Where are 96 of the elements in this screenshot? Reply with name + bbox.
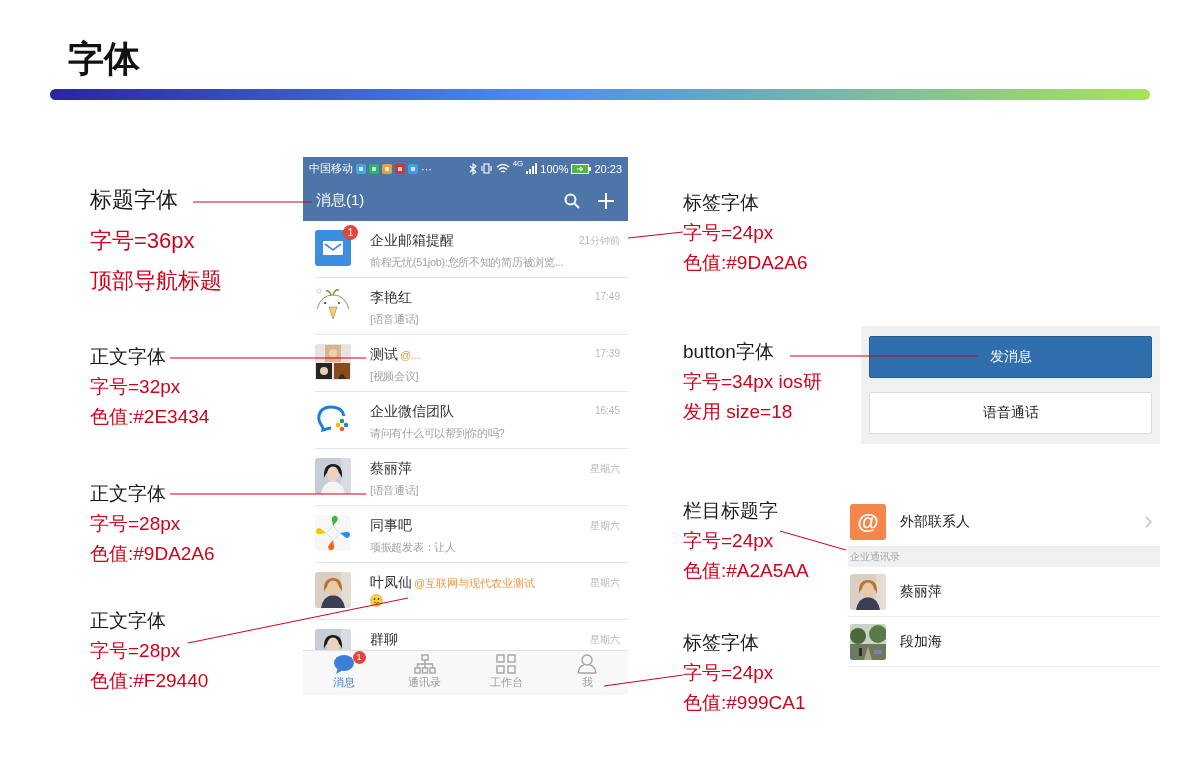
message-time: 17:49 bbox=[594, 290, 620, 302]
message-time: 星期六 bbox=[590, 519, 620, 533]
annotation-value: 字号=36px bbox=[90, 227, 196, 255]
signal-icon bbox=[526, 163, 538, 174]
send-message-button[interactable]: 发消息 bbox=[869, 336, 1152, 378]
annotation-heading: button字体 bbox=[683, 340, 775, 364]
message-preview: 请问有什么可以帮到你的吗? bbox=[370, 426, 505, 441]
annotation-value: 色值:#2E3434 bbox=[90, 405, 210, 429]
nav-title: 消息(1) bbox=[316, 191, 366, 210]
contact-name: 企业邮箱提醒 bbox=[370, 232, 454, 250]
conversation-item[interactable]: 1 企业邮箱提醒 前程无忧(51job):您所不知的简历被浏览... 21分钟前 bbox=[303, 221, 628, 278]
contact-name: 蔡丽萍 bbox=[900, 582, 943, 601]
chevron-icon bbox=[1145, 515, 1152, 528]
annotation-heading: 正文字体 bbox=[90, 609, 167, 633]
message-time: 星期六 bbox=[590, 576, 620, 590]
bluetooth-icon bbox=[468, 162, 477, 175]
network-type: 4G bbox=[512, 159, 524, 168]
envelope-icon bbox=[315, 230, 351, 266]
conversation-item[interactable]: 企业微信团队 请问有什么可以帮到你的吗? 16:45 bbox=[303, 392, 628, 449]
notification-icon bbox=[408, 163, 418, 174]
wifi-icon bbox=[495, 163, 510, 174]
annotation-value: 字号=24px bbox=[683, 661, 775, 685]
message-preview: 项振超发表：让人 bbox=[370, 540, 456, 555]
message-preview: [语音通话] bbox=[370, 312, 419, 327]
voice-call-button[interactable]: 语音通话 bbox=[869, 392, 1152, 434]
message-preview: [语音通话] bbox=[370, 483, 419, 498]
message-time: 星期六 bbox=[590, 633, 620, 647]
annotation-heading: 正文字体 bbox=[90, 482, 167, 506]
annotation-value: 顶部导航标题 bbox=[90, 267, 222, 295]
conversation-item[interactable]: 李艳红 [语音通话] 17:49 bbox=[303, 278, 628, 335]
annotation-value: 字号=24px bbox=[683, 221, 775, 245]
message-time: 星期六 bbox=[590, 462, 620, 476]
message-time: 16:45 bbox=[594, 404, 620, 416]
pinwheel-icon bbox=[315, 515, 351, 551]
battery-percent: 100% bbox=[540, 162, 569, 175]
grid-icon bbox=[496, 654, 517, 674]
annotation-heading: 标题字体 bbox=[90, 187, 179, 213]
annotation-value: 字号=24px bbox=[683, 529, 775, 553]
item-label: 外部联系人 bbox=[900, 512, 971, 531]
smiley-icon bbox=[370, 594, 383, 607]
mention-text: @... bbox=[400, 349, 421, 361]
annotation-value: 字号=28px bbox=[90, 639, 182, 663]
conversation-item[interactable]: 叶凤仙@互联网与现代农业测试 星期六 bbox=[303, 563, 628, 620]
contact-name: 企业微信团队 bbox=[370, 403, 454, 421]
conversation-item[interactable]: 测试@... [视频会议] 17:39 bbox=[303, 335, 628, 392]
carrier-name: 中国移动 bbox=[309, 161, 353, 176]
contact-name: 蔡丽萍 bbox=[370, 460, 412, 478]
annotation-value: 发用 size=18 bbox=[683, 400, 794, 424]
annotation-heading: 正文字体 bbox=[90, 345, 167, 369]
contact-name: 段加海 bbox=[900, 632, 943, 651]
contact-name: 群聊 bbox=[370, 631, 398, 649]
conversation-item[interactable]: 同事吧 项振超发表：让人 星期六 bbox=[303, 506, 628, 563]
notification-icon bbox=[395, 163, 405, 174]
contact-item[interactable]: 蔡丽萍 bbox=[848, 567, 1160, 617]
clock-time: 20:23 bbox=[594, 162, 622, 175]
annotation-value: 字号=34px ios研 bbox=[683, 370, 822, 394]
annotation-value: 色值:#A2A5AA bbox=[683, 559, 809, 583]
annotation-value: 字号=28px bbox=[90, 512, 182, 536]
vibrate-icon bbox=[479, 163, 493, 174]
more-notifications: ··· bbox=[421, 162, 432, 175]
at-sign-icon: @ bbox=[850, 503, 886, 540]
leader-line bbox=[627, 231, 684, 239]
mention-text: @互联网与现代农业测试 bbox=[414, 576, 536, 591]
annotation-value: 色值:#999CA1 bbox=[683, 691, 806, 715]
message-time: 17:39 bbox=[594, 347, 620, 359]
person-icon bbox=[577, 654, 598, 674]
annotation-value: 字号=32px bbox=[90, 375, 182, 399]
contact-name: 李艳红 bbox=[370, 289, 412, 307]
notification-icon bbox=[369, 163, 379, 174]
add-icon[interactable] bbox=[598, 192, 614, 209]
search-icon[interactable] bbox=[564, 192, 580, 209]
annotation-value: 色值:#9DA2A6 bbox=[683, 251, 808, 275]
org-chart-icon bbox=[413, 654, 436, 674]
annotation-heading: 标签字体 bbox=[683, 631, 760, 655]
leader-line bbox=[779, 530, 847, 551]
annotation-heading: 标签字体 bbox=[683, 191, 760, 215]
notification-icon bbox=[356, 163, 366, 174]
message-time: 21分钟前 bbox=[578, 234, 620, 248]
battery-icon bbox=[571, 163, 592, 174]
message-preview: 前程无忧(51job):您所不知的简历被浏览... bbox=[370, 255, 563, 270]
contact-item[interactable]: 段加海 bbox=[848, 617, 1160, 667]
contact-name: 叶凤仙 bbox=[370, 574, 412, 592]
annotation-value: 色值:#9DA2A6 bbox=[90, 542, 215, 566]
conversation-item[interactable]: 蔡丽萍 [语音通话] 星期六 bbox=[303, 449, 628, 506]
message-preview: [视频会议] bbox=[370, 369, 419, 384]
unread-badge: 1 bbox=[343, 225, 358, 240]
page-title: 字体 bbox=[67, 37, 141, 81]
notification-icon bbox=[382, 163, 392, 174]
contact-name: 同事吧 bbox=[370, 517, 412, 535]
chat-bubble-icon bbox=[332, 654, 355, 674]
annotation-heading: 栏目标题字 bbox=[683, 499, 779, 523]
annotation-value: 色值:#F29440 bbox=[90, 669, 209, 693]
unread-badge: 1 bbox=[352, 651, 366, 664]
contact-name: 测试 bbox=[370, 346, 398, 364]
tab[interactable]: 1 消息 bbox=[303, 651, 385, 695]
section-title: 企业通讯录 bbox=[850, 550, 900, 564]
